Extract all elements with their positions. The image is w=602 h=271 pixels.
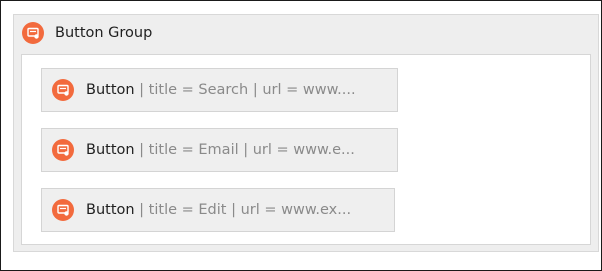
button-details-label: | title = Edit | url = www.ex... [134,202,352,218]
button-item-label: Button | title = Edit | url = www.ex... [86,202,351,218]
component-icon [52,139,74,161]
component-icon [52,199,74,221]
button-type-label: Button [86,142,135,158]
button-item-label: Button | title = Search | url = www.... [86,82,356,98]
button-item-email[interactable]: Button | title = Email | url = www.e... [41,128,398,172]
button-type-label: Button [86,202,135,218]
button-details-label: | title = Email | url = www.e... [134,142,355,158]
button-group-header[interactable]: Button Group [22,22,152,44]
button-item-label: Button | title = Email | url = www.e... [86,142,355,158]
button-group-title: Button Group [55,25,153,41]
window-frame: Button Group Button | title = Search | u… [0,0,602,271]
button-item-search[interactable]: Button | title = Search | url = www.... [41,68,398,112]
button-item-edit[interactable]: Button | title = Edit | url = www.ex... [41,188,395,232]
button-group-container: Button Group Button | title = Search | u… [13,14,599,252]
button-group-body: Button | title = Search | url = www.... … [21,54,591,245]
component-icon [52,79,74,101]
button-details-label: | title = Search | url = www.... [134,82,356,98]
button-type-label: Button [86,82,135,98]
component-icon [22,22,44,44]
